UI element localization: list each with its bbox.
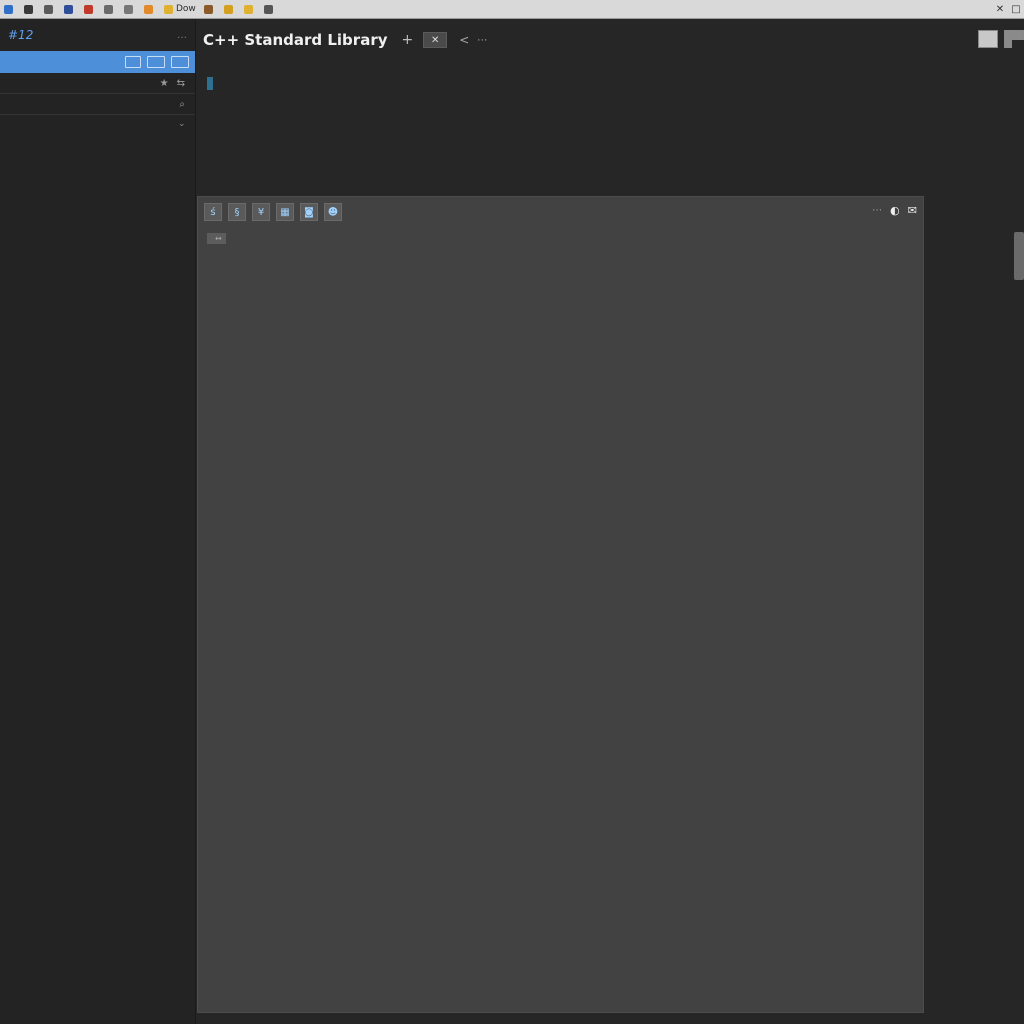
bookmark-favicon-icon xyxy=(104,4,113,14)
bookmark-favicon-icon xyxy=(243,4,253,14)
bookmark-item[interactable] xyxy=(80,0,100,18)
sidebar-item-active[interactable] xyxy=(0,51,195,73)
bookmark-item[interactable] xyxy=(100,0,120,18)
badge xyxy=(207,77,213,90)
bookmark-favicon-icon xyxy=(124,4,133,14)
swap-icon: ↔ xyxy=(215,234,222,243)
split-icon[interactable]: ⇆ xyxy=(177,78,185,89)
more-icon[interactable]: … xyxy=(177,30,187,41)
theme-toggle-icon[interactable]: ◐ xyxy=(890,204,900,217)
code-preview-panel: ś § ¥ ▦ ◙ ☻ ⋯ ◐ ✉ ↔ xyxy=(197,196,924,1013)
mail-icon[interactable]: ✉ xyxy=(908,204,917,217)
sidebar-title: #12 xyxy=(8,28,34,42)
panel-tool-button[interactable]: ¥ xyxy=(252,203,270,221)
chevron-down-icon[interactable]: ⌄ xyxy=(178,119,186,129)
layout-icon[interactable] xyxy=(147,56,165,68)
sidebar-header: #12 … xyxy=(0,19,195,51)
toolbar-actions: ✕ □ xyxy=(992,1,1024,17)
panel-tag[interactable]: ↔ xyxy=(207,233,226,244)
bookmarks-bar: Dow ✕ □ xyxy=(0,0,1024,19)
more-icon[interactable]: ⋯ xyxy=(872,205,882,216)
sidebar-list: ★ ⇆ ⌕ xyxy=(0,73,195,115)
bookmark-favicon-icon xyxy=(144,4,153,14)
bookmark-favicon-icon xyxy=(84,4,93,14)
sidebar-item[interactable]: ⌕ xyxy=(0,94,195,115)
close-icon[interactable]: ✕ xyxy=(992,1,1008,17)
bookmark-item[interactable]: Dow xyxy=(160,0,200,18)
window-maximize-icon[interactable]: □ xyxy=(1008,1,1024,17)
bookmark-item[interactable] xyxy=(220,0,240,18)
bookmark-item[interactable] xyxy=(20,0,40,18)
expand-icon[interactable] xyxy=(171,56,189,68)
window-icon[interactable] xyxy=(125,56,141,68)
add-tab-button[interactable]: + xyxy=(402,32,414,48)
bookmark-item[interactable] xyxy=(200,0,220,18)
bookmark-favicon-icon xyxy=(164,4,173,14)
code-line xyxy=(203,77,217,90)
bookmark-item[interactable] xyxy=(60,0,80,18)
close-tab-button[interactable]: ✕ xyxy=(423,32,448,48)
bookmark-item[interactable] xyxy=(240,0,260,18)
star-icon[interactable]: ★ xyxy=(160,78,169,89)
bookmark-item[interactable] xyxy=(120,0,140,18)
sidebar: #12 … ★ ⇆ ⌕ ⌄ xyxy=(0,19,196,1024)
bookmark-item[interactable] xyxy=(260,0,280,18)
bookmark-favicon-icon xyxy=(223,4,233,14)
bookmark-item[interactable] xyxy=(140,0,160,18)
panel-tool-button[interactable]: ▦ xyxy=(276,203,294,221)
more-icon[interactable]: ⋯ xyxy=(477,35,487,46)
panel-actions: ⋯ ◐ ✉ xyxy=(872,204,917,217)
back-button[interactable]: < xyxy=(459,33,469,47)
document-header: C++ Standard Library + ✕ < ⋯ xyxy=(203,29,603,51)
bookmark-favicon-icon xyxy=(263,4,273,14)
search-icon[interactable]: ⌕ xyxy=(179,99,185,110)
panel-tool-button[interactable]: § xyxy=(228,203,246,221)
minimize-window-button[interactable] xyxy=(978,30,998,48)
bookmark-favicon-icon xyxy=(24,4,33,14)
panel-tool-button[interactable]: ś xyxy=(204,203,222,221)
bookmark-favicon-icon xyxy=(44,4,53,14)
scrollbar-track[interactable] xyxy=(1012,40,1024,1024)
bookmark-label: Dow xyxy=(176,4,196,14)
panel-tool-button[interactable]: ☻ xyxy=(324,203,342,221)
panel-toolbar: ś § ¥ ▦ ◙ ☻ xyxy=(204,203,342,221)
bookmark-item[interactable] xyxy=(40,0,60,18)
bookmark-favicon-icon xyxy=(4,4,13,14)
bookmark-favicon-icon xyxy=(64,4,73,14)
bookmark-favicon-icon xyxy=(203,4,213,14)
bookmark-list: Dow xyxy=(0,0,280,18)
panel-tool-button[interactable]: ◙ xyxy=(300,203,318,221)
bookmark-item[interactable] xyxy=(0,0,20,18)
scrollbar-thumb[interactable] xyxy=(1014,232,1024,280)
sidebar-item[interactable]: ★ ⇆ xyxy=(0,73,195,94)
page-title: C++ Standard Library xyxy=(203,31,388,49)
